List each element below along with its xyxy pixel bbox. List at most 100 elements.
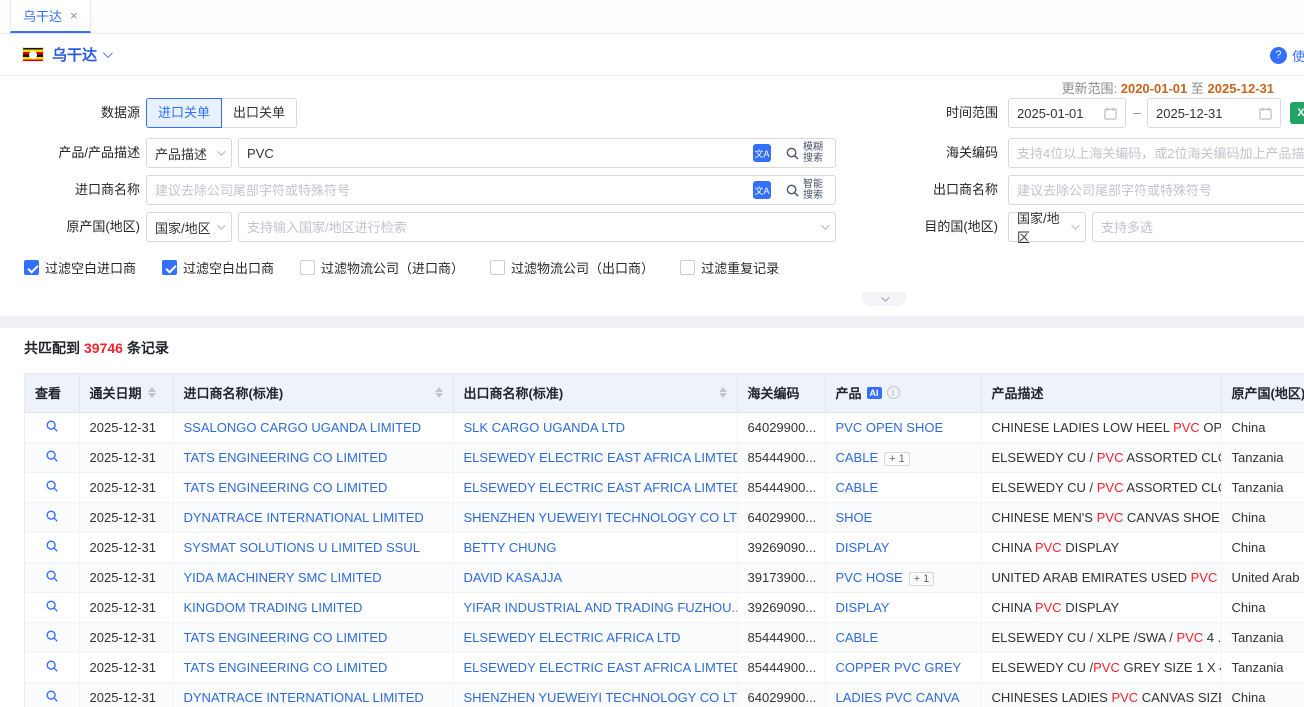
exporter-link[interactable]: ELSEWEDY ELECTRIC EAST AFRICA LIMTED [464,450,738,465]
view-detail-button[interactable] [45,659,59,673]
destination-type-select[interactable]: 国家/地区 [1008,212,1086,242]
product-link[interactable]: PVC HOSE [836,570,903,585]
exporter-link[interactable]: YIFAR INDUSTRIAL AND TRADING FUZHOU... [464,600,738,615]
origin-country-input[interactable] [247,220,815,235]
product-type-select[interactable]: 产品描述 [146,138,232,168]
table-row[interactable]: 2025-12-31 TATS ENGINEERING CO LIMITED E… [25,442,1304,472]
view-detail-button[interactable] [45,509,59,523]
hs-code-value: 39269090... [737,532,825,562]
exporter-link[interactable]: SHENZHEN YUEWEIYI TECHNOLOGY CO LTD [464,690,738,705]
importer-link[interactable]: DYNATRACE INTERNATIONAL LIMITED [184,690,424,705]
exporter-link[interactable]: SHENZHEN YUEWEIYI TECHNOLOGY CO LTD [464,510,738,525]
exporter-link[interactable]: BETTY CHUNG [464,540,557,555]
importer-link[interactable]: TATS ENGINEERING CO LIMITED [184,450,388,465]
importer-name-input[interactable] [155,183,747,198]
product-link[interactable]: CABLE [836,450,879,465]
product-link[interactable]: PVC OPEN SHOE [836,420,944,435]
country-tab[interactable]: 乌干达 × [10,0,91,33]
importer-link[interactable]: DYNATRACE INTERNATIONAL LIMITED [184,510,424,525]
more-products-badge[interactable]: + 1 [909,572,935,586]
view-detail-button[interactable] [45,449,59,463]
product-link[interactable]: DISPLAY [836,540,890,555]
filter-checkbox[interactable]: 过滤物流公司（出口商） [490,258,654,277]
info-icon[interactable]: i [887,386,900,399]
view-detail-button[interactable] [45,599,59,613]
view-detail-button[interactable] [45,539,59,553]
import-declarations-tab[interactable]: 进口关单 [146,98,222,128]
close-icon[interactable]: × [70,9,78,22]
exporter-link[interactable]: ELSEWEDY ELECTRIC AFRICA LTD [464,630,681,645]
filter-checkbox[interactable]: 过滤物流公司（进口商） [300,258,464,277]
more-products-badge[interactable]: + 1 [884,452,910,466]
translate-icon[interactable]: 文A [753,144,771,162]
date-to-input[interactable] [1156,106,1253,121]
exporter-link[interactable]: SLK CARGO UGANDA LTD [464,420,626,435]
checkbox-unchecked-icon[interactable] [680,260,695,275]
exporter-link[interactable]: ELSEWEDY ELECTRIC EAST AFRICA LIMTED [464,660,738,675]
date-range-separator: – [1130,98,1144,128]
help-link[interactable]: ? 使用 [1270,34,1304,76]
collapse-filters-button[interactable] [862,292,906,306]
table-row[interactable]: 2025-12-31 TATS ENGINEERING CO LIMITED E… [25,472,1304,502]
exporter-link[interactable]: DAVID KASAJJA [464,570,563,585]
product-link[interactable]: LADIES PVC CANVA [836,690,960,705]
table-row[interactable]: 2025-12-31 DYNATRACE INTERNATIONAL LIMIT… [25,682,1304,707]
sort-icons[interactable] [148,387,156,398]
country-selector[interactable]: 乌干达 [52,44,97,65]
col-clearance-date[interactable]: 通关日期 [79,374,173,412]
checkbox-unchecked-icon[interactable] [300,260,315,275]
results-panel: 共匹配到39746条记录 查看 通关日期 进口商名称(标准) 出口商名称(标准)… [0,328,1304,695]
table-row[interactable]: 2025-12-31 DYNATRACE INTERNATIONAL LIMIT… [25,502,1304,532]
col-exporter-name[interactable]: 出口商名称(标准) [453,374,737,412]
product-link[interactable]: COPPER PVC GREY [836,660,962,675]
smart-search-toggle[interactable]: 智能搜索 [785,179,827,201]
product-search-input[interactable] [247,146,747,161]
product-link[interactable]: SHOE [836,510,873,525]
table-row[interactable]: 2025-12-31 TATS ENGINEERING CO LIMITED E… [25,652,1304,682]
filter-checkbox[interactable]: 过滤空白出口商 [162,258,274,277]
filter-checkbox[interactable]: 过滤空白进口商 [24,258,136,277]
translate-icon[interactable]: 文A [753,181,771,199]
table-row[interactable]: 2025-12-31 KINGDOM TRADING LIMITED YIFAR… [25,592,1304,622]
origin-country: China [1221,592,1304,622]
table-row[interactable]: 2025-12-31 TATS ENGINEERING CO LIMITED E… [25,622,1304,652]
origin-country: Tanzania [1221,652,1304,682]
importer-link[interactable]: YIDA MACHINERY SMC LIMITED [184,570,382,585]
excel-export-icon[interactable]: X [1290,102,1304,124]
chevron-down-icon[interactable] [103,48,113,58]
view-detail-button[interactable] [45,419,59,433]
checkbox-checked-icon[interactable] [24,260,39,275]
checkbox-label: 过滤重复记录 [701,258,779,277]
sort-icons[interactable] [719,387,727,398]
importer-link[interactable]: TATS ENGINEERING CO LIMITED [184,630,388,645]
view-detail-button[interactable] [45,569,59,583]
table-row[interactable]: 2025-12-31 SYSMAT SOLUTIONS U LIMITED SS… [25,532,1304,562]
view-detail-button[interactable] [45,689,59,703]
exporter-name-input[interactable] [1017,183,1304,198]
view-detail-button[interactable] [45,479,59,493]
fuzzy-search-toggle[interactable]: 模糊搜索 [785,142,827,164]
product-link[interactable]: CABLE [836,630,879,645]
exporter-link[interactable]: ELSEWEDY ELECTRIC EAST AFRICA LIMTED [464,480,738,495]
table-row[interactable]: 2025-12-31 SSALONGO CARGO UGANDA LIMITED… [25,412,1304,442]
checkbox-unchecked-icon[interactable] [490,260,505,275]
checkbox-checked-icon[interactable] [162,260,177,275]
hs-code-input[interactable] [1017,146,1304,161]
importer-link[interactable]: SSALONGO CARGO UGANDA LIMITED [184,420,422,435]
product-link[interactable]: DISPLAY [836,600,890,615]
importer-link[interactable]: SYSMAT SOLUTIONS U LIMITED SSUL [184,540,420,555]
importer-link[interactable]: KINGDOM TRADING LIMITED [184,600,363,615]
importer-label: 进口商名称 [0,175,140,205]
view-detail-button[interactable] [45,629,59,643]
product-link[interactable]: CABLE [836,480,879,495]
filter-checkbox[interactable]: 过滤重复记录 [680,258,779,277]
table-row[interactable]: 2025-12-31 YIDA MACHINERY SMC LIMITED DA… [25,562,1304,592]
importer-link[interactable]: TATS ENGINEERING CO LIMITED [184,660,388,675]
importer-link[interactable]: TATS ENGINEERING CO LIMITED [184,480,388,495]
export-declarations-tab[interactable]: 出口关单 [221,98,297,128]
origin-type-select[interactable]: 国家/地区 [146,212,232,242]
destination-country-input[interactable] [1101,220,1304,235]
sort-icons[interactable] [435,387,443,398]
date-from-input[interactable] [1017,106,1098,121]
col-importer-name[interactable]: 进口商名称(标准) [173,374,453,412]
